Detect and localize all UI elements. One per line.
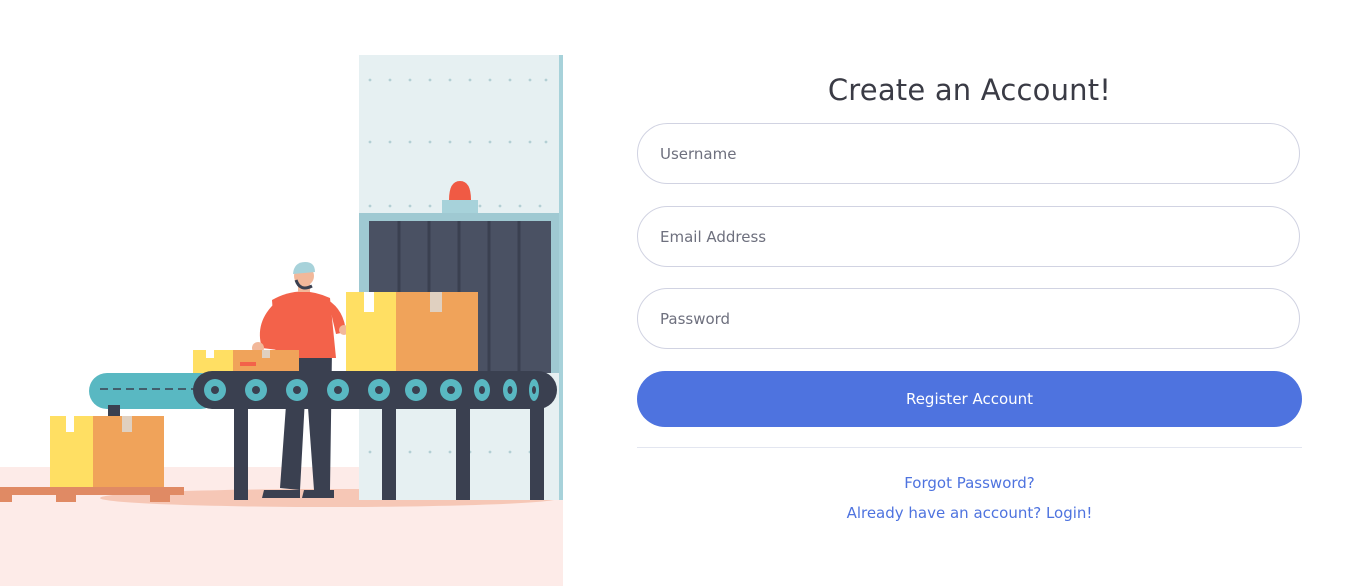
password-input[interactable] xyxy=(637,288,1300,349)
register-button[interactable]: Register Account xyxy=(637,371,1302,427)
large-box xyxy=(346,292,478,373)
login-link[interactable]: Already have an account? Login! xyxy=(637,504,1302,522)
form-divider xyxy=(637,447,1302,448)
register-form-panel: Create an Account! Register Account Forg… xyxy=(637,0,1302,586)
hero-illustration xyxy=(0,0,563,586)
machine-edge xyxy=(559,55,563,500)
alarm-base xyxy=(442,200,478,213)
username-input[interactable] xyxy=(637,123,1300,184)
pallet-box xyxy=(0,416,184,502)
email-input[interactable] xyxy=(637,206,1300,267)
forgot-password-link[interactable]: Forgot Password? xyxy=(637,474,1302,492)
page-title: Create an Account! xyxy=(827,73,1112,108)
small-box xyxy=(193,350,299,373)
